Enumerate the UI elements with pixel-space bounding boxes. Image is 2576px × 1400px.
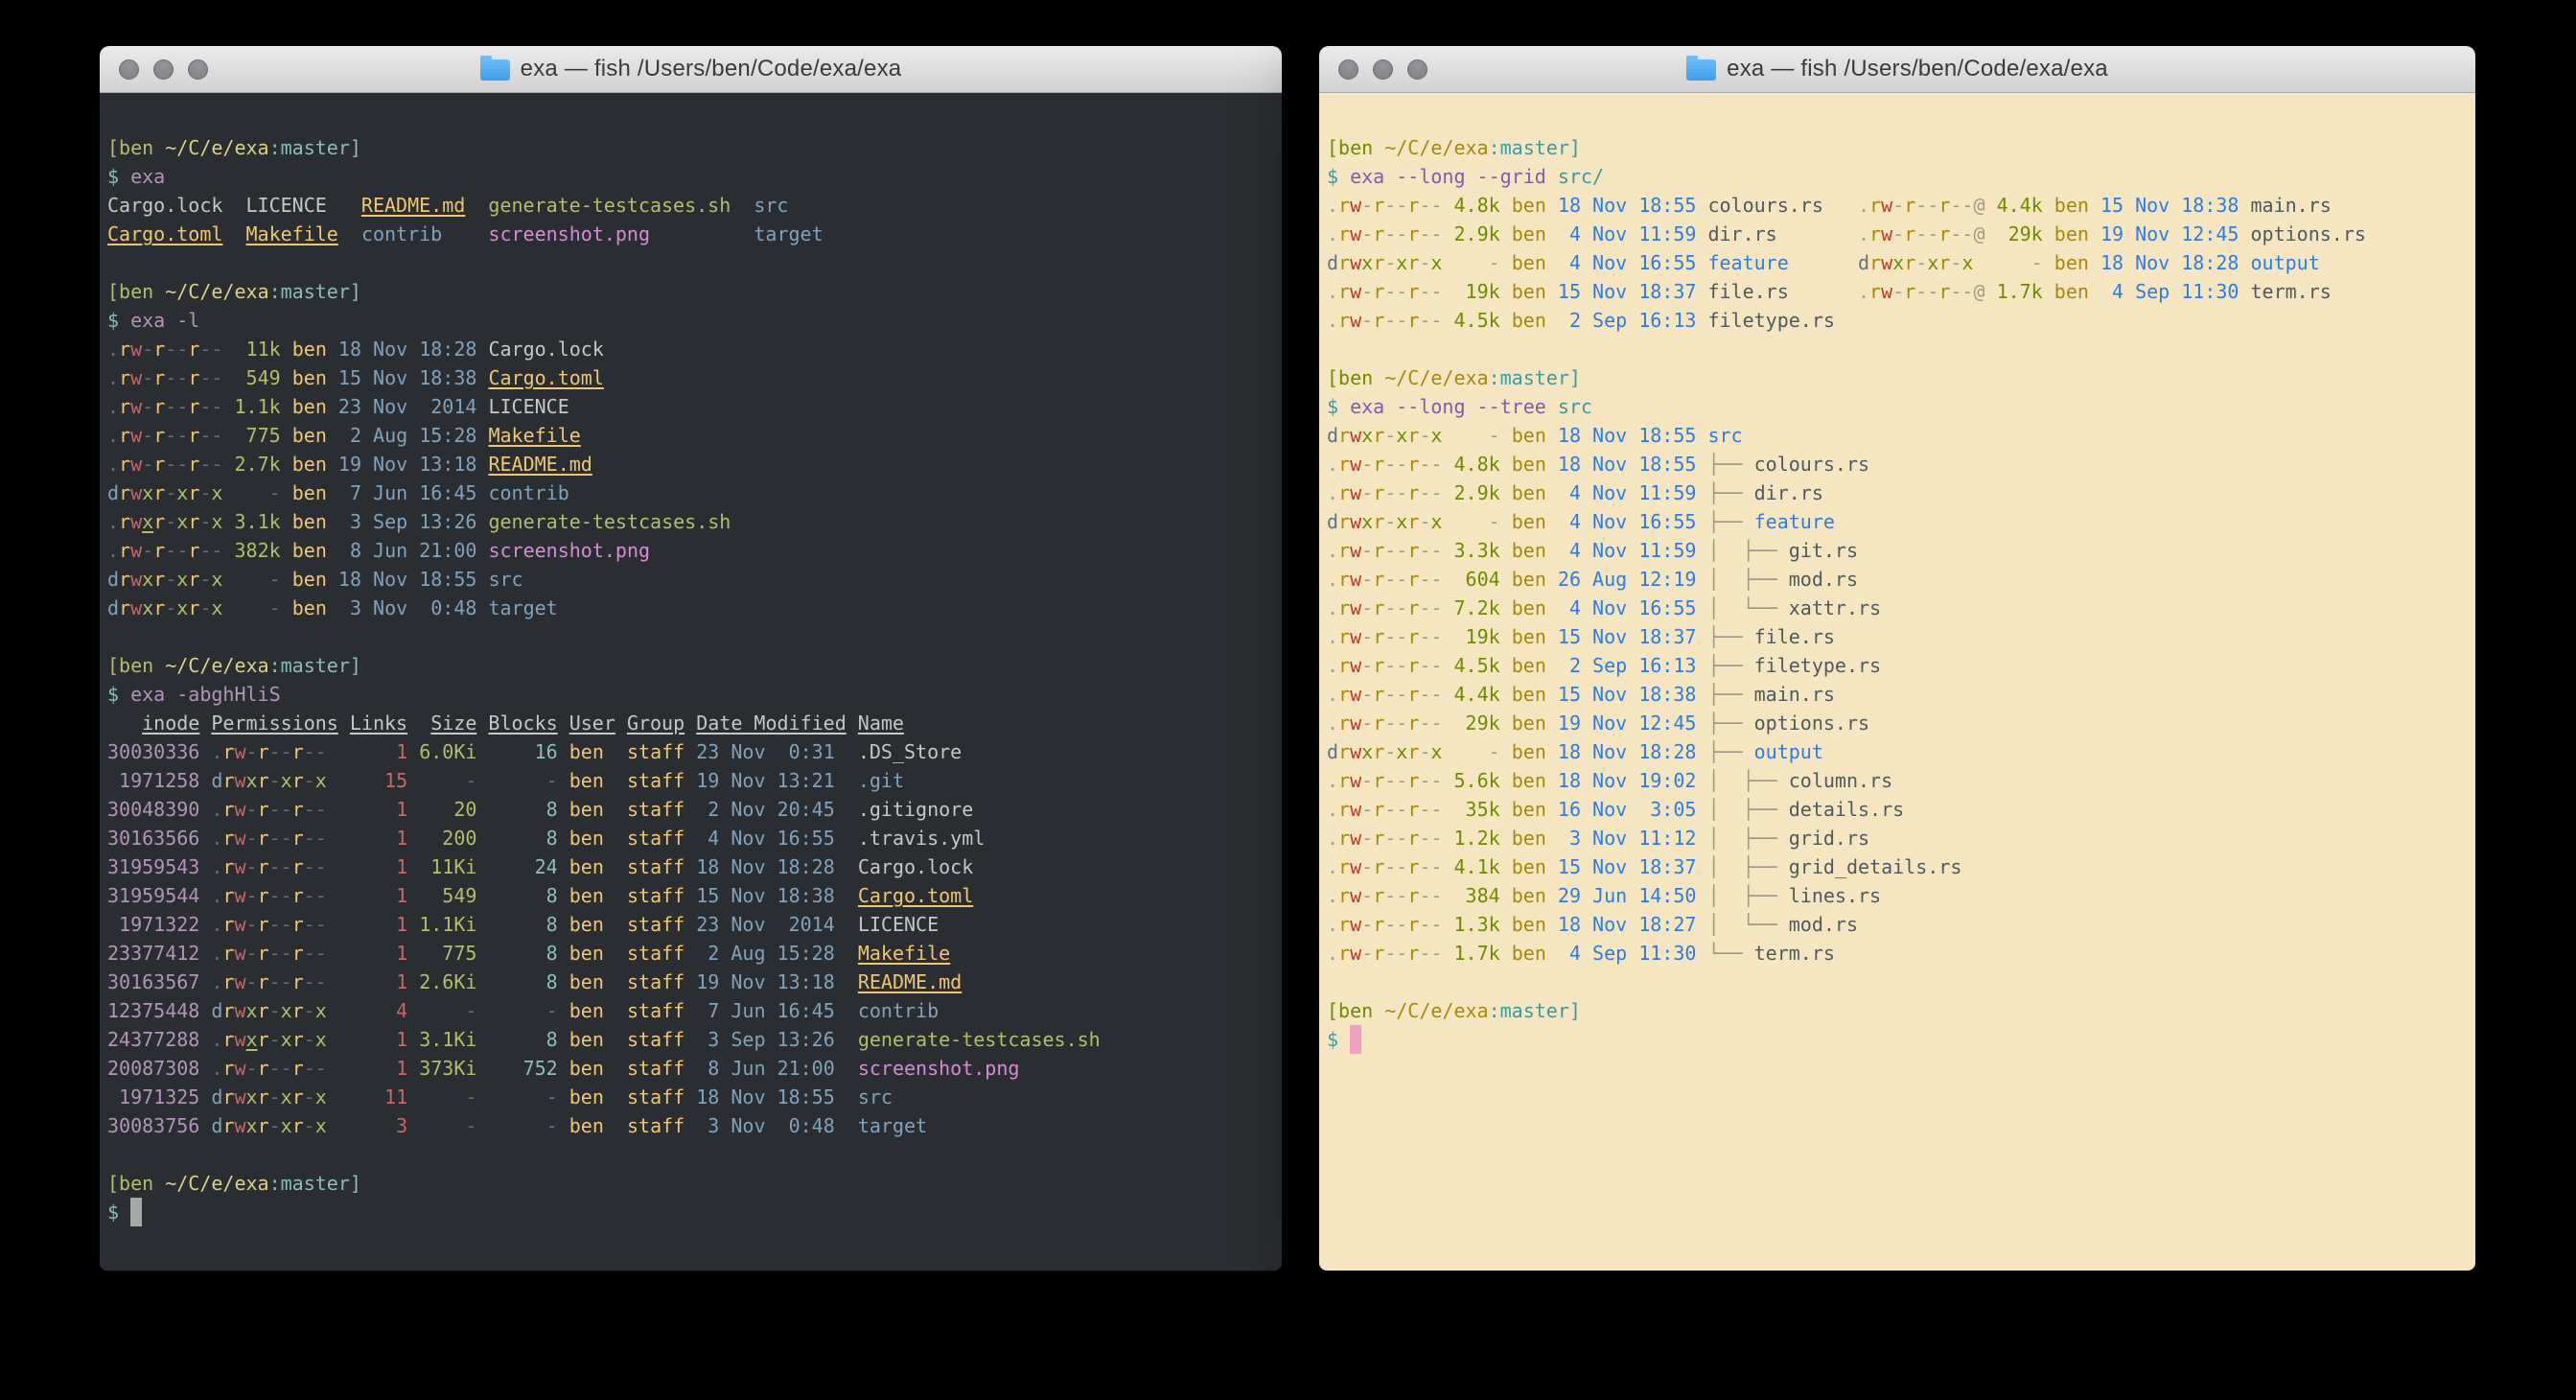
terminal-line: .rw-r--r-- 19k ben 15 Nov 18:37 ├── file…	[1327, 622, 2475, 651]
terminal-line: .rw-r--r-- 1.2k ben 3 Nov 11:12 │ ├── gr…	[1327, 824, 2475, 852]
terminal-line: .rw-r--r-- 7.2k ben 4 Nov 16:55 │ └── xa…	[1327, 594, 2475, 622]
terminal-line: .rwxr-xr-x 3.1k ben 3 Sep 13:26 generate…	[107, 507, 1282, 536]
terminal-cursor	[130, 1198, 142, 1226]
terminal-line: [ben ~/C/e/exa:master]	[1327, 363, 2475, 392]
traffic-lights-left	[119, 46, 208, 92]
terminal-line: .rw-r--r-- 1.3k ben 18 Nov 18:27 │ └── m…	[1327, 910, 2475, 939]
terminal-line: $ exa --long --grid src/	[1327, 162, 2475, 191]
window-title-text: exa — fish /Users/ben/Code/exa/exa	[521, 56, 902, 82]
terminal-line: drwxr-xr-x - ben 18 Nov 18:55 src	[1327, 421, 2475, 450]
terminal-line: .rw-r--r-- 19k ben 15 Nov 18:37 file.rs …	[1327, 277, 2475, 306]
terminal-line: $ exa -l	[107, 306, 1282, 335]
terminal-line: 1971322 .rw-r--r-- 1 1.1Ki 8 ben staff 2…	[107, 910, 1282, 939]
terminal-line: .rw-r--r-- 4.8k ben 18 Nov 18:55 ├── col…	[1327, 450, 2475, 478]
terminal-line: 23377412 .rw-r--r-- 1 775 8 ben staff 2 …	[107, 939, 1282, 968]
terminal-line: 1971258 drwxr-xr-x 15 - - ben staff 19 N…	[107, 766, 1282, 795]
terminal-line	[1327, 335, 2475, 363]
terminal-line: [ben ~/C/e/exa:master]	[107, 133, 1282, 162]
window-title-right: exa — fish /Users/ben/Code/exa/exa	[1686, 56, 2108, 82]
terminal-line: 24377288 .rwxr-xr-x 1 3.1Ki 8 ben staff …	[107, 1025, 1282, 1054]
terminal-line: drwxr-xr-x - ben 7 Jun 16:45 contrib	[107, 478, 1282, 507]
terminal-line: $	[107, 1198, 1282, 1226]
terminal-window-right: exa — fish /Users/ben/Code/exa/exa [ben …	[1319, 46, 2475, 1271]
terminal-line: .rw-r--r-- 549 ben 15 Nov 18:38 Cargo.to…	[107, 363, 1282, 392]
terminal-line: .rw-r--r-- 11k ben 18 Nov 18:28 Cargo.lo…	[107, 335, 1282, 363]
zoom-button[interactable]	[1407, 59, 1427, 80]
terminal-line: 30083756 drwxr-xr-x 3 - - ben staff 3 No…	[107, 1111, 1282, 1140]
terminal-line: [ben ~/C/e/exa:master]	[107, 1169, 1282, 1198]
terminal-line	[107, 248, 1282, 277]
folder-icon	[1686, 59, 1716, 81]
terminal-line: 31959543 .rw-r--r-- 1 11Ki 24 ben staff …	[107, 852, 1282, 881]
window-title-text: exa — fish /Users/ben/Code/exa/exa	[1727, 56, 2108, 82]
terminal-content-light[interactable]: [ben ~/C/e/exa:master]$ exa --long --gri…	[1319, 93, 2475, 1271]
terminal-line: .rw-r--r-- 4.5k ben 2 Sep 16:13 filetype…	[1327, 306, 2475, 335]
terminal-line: .rw-r--r-- 775 ben 2 Aug 15:28 Makefile	[107, 421, 1282, 450]
terminal-content-dark[interactable]: [ben ~/C/e/exa:master]$ exaCargo.lock LI…	[100, 93, 1282, 1271]
zoom-button[interactable]	[188, 59, 208, 80]
terminal-line: 20087308 .rw-r--r-- 1 373Ki 752 ben staf…	[107, 1054, 1282, 1083]
terminal-line: .rw-r--r-- 2.7k ben 19 Nov 13:18 README.…	[107, 450, 1282, 478]
terminal-line: .rw-r--r-- 2.9k ben 4 Nov 11:59 ├── dir.…	[1327, 478, 2475, 507]
terminal-line: $ exa -abghHliS	[107, 680, 1282, 709]
window-title-left: exa — fish /Users/ben/Code/exa/exa	[480, 56, 902, 82]
terminal-line: 30163567 .rw-r--r-- 1 2.6Ki 8 ben staff …	[107, 968, 1282, 996]
terminal-window-left: exa — fish /Users/ben/Code/exa/exa [ben …	[100, 46, 1282, 1271]
terminal-line: $	[1327, 1025, 2475, 1054]
terminal-line: 30163566 .rw-r--r-- 1 200 8 ben staff 4 …	[107, 824, 1282, 852]
titlebar-right[interactable]: exa — fish /Users/ben/Code/exa/exa	[1319, 46, 2475, 93]
minimize-button[interactable]	[1373, 59, 1393, 80]
terminal-line: .rw-r--r-- 2.9k ben 4 Nov 11:59 dir.rs .…	[1327, 220, 2475, 248]
terminal-line: drwxr-xr-x - ben 4 Nov 16:55 ├── feature	[1327, 507, 2475, 536]
terminal-line: .rw-r--r-- 35k ben 16 Nov 3:05 │ ├── det…	[1327, 795, 2475, 824]
terminal-line: [ben ~/C/e/exa:master]	[107, 277, 1282, 306]
terminal-line: Cargo.toml Makefile contrib screenshot.p…	[107, 220, 1282, 248]
terminal-line: .rw-r--r-- 4.4k ben 15 Nov 18:38 ├── mai…	[1327, 680, 2475, 709]
terminal-cursor	[1350, 1025, 1361, 1054]
terminal-line: .rw-r--r-- 29k ben 19 Nov 12:45 ├── opti…	[1327, 709, 2475, 737]
titlebar-left[interactable]: exa — fish /Users/ben/Code/exa/exa	[100, 46, 1282, 93]
terminal-line: 30048390 .rw-r--r-- 1 20 8 ben staff 2 N…	[107, 795, 1282, 824]
close-button[interactable]	[1338, 59, 1358, 80]
terminal-line: drwxr-xr-x - ben 3 Nov 0:48 target	[107, 594, 1282, 622]
terminal-line: .rw-r--r-- 4.1k ben 15 Nov 18:37 │ ├── g…	[1327, 852, 2475, 881]
folder-icon	[480, 59, 510, 81]
close-button[interactable]	[119, 59, 139, 80]
terminal-line: $ exa	[107, 162, 1282, 191]
terminal-line: .rw-r--r-- 4.5k ben 2 Sep 16:13 ├── file…	[1327, 651, 2475, 680]
terminal-line: Cargo.lock LICENCE README.md generate-te…	[107, 191, 1282, 220]
terminal-line: $ exa --long --tree src	[1327, 392, 2475, 421]
terminal-line: [ben ~/C/e/exa:master]	[1327, 133, 2475, 162]
terminal-line: .rw-r--r-- 3.3k ben 4 Nov 11:59 │ ├── gi…	[1327, 536, 2475, 565]
terminal-line	[107, 1140, 1282, 1169]
terminal-line: .rw-r--r-- 382k ben 8 Jun 21:00 screensh…	[107, 536, 1282, 565]
terminal-line: 30030336 .rw-r--r-- 1 6.0Ki 16 ben staff…	[107, 737, 1282, 766]
minimize-button[interactable]	[153, 59, 174, 80]
terminal-line: drwxr-xr-x - ben 18 Nov 18:28 ├── output	[1327, 737, 2475, 766]
terminal-line: .rw-r--r-- 384 ben 29 Jun 14:50 │ ├── li…	[1327, 881, 2475, 910]
terminal-line: .rw-r--r-- 1.1k ben 23 Nov 2014 LICENCE	[107, 392, 1282, 421]
terminal-line: inode Permissions Links Size Blocks User…	[107, 709, 1282, 737]
terminal-line: .rw-r--r-- 1.7k ben 4 Sep 11:30 └── term…	[1327, 939, 2475, 968]
terminal-line: drwxr-xr-x - ben 4 Nov 16:55 feature drw…	[1327, 248, 2475, 277]
terminal-line: .rw-r--r-- 604 ben 26 Aug 12:19 │ ├── mo…	[1327, 565, 2475, 594]
terminal-line: 1971325 drwxr-xr-x 11 - - ben staff 18 N…	[107, 1083, 1282, 1111]
terminal-line: .rw-r--r-- 4.8k ben 18 Nov 18:55 colours…	[1327, 191, 2475, 220]
terminal-line: 31959544 .rw-r--r-- 1 549 8 ben staff 15…	[107, 881, 1282, 910]
terminal-line: drwxr-xr-x - ben 18 Nov 18:55 src	[107, 565, 1282, 594]
terminal-line: [ben ~/C/e/exa:master]	[107, 651, 1282, 680]
terminal-line	[1327, 968, 2475, 996]
terminal-line	[107, 622, 1282, 651]
terminal-line: .rw-r--r-- 5.6k ben 18 Nov 19:02 │ ├── c…	[1327, 766, 2475, 795]
terminal-line: [ben ~/C/e/exa:master]	[1327, 996, 2475, 1025]
traffic-lights-right	[1338, 46, 1427, 92]
terminal-line: 12375448 drwxr-xr-x 4 - - ben staff 7 Ju…	[107, 996, 1282, 1025]
